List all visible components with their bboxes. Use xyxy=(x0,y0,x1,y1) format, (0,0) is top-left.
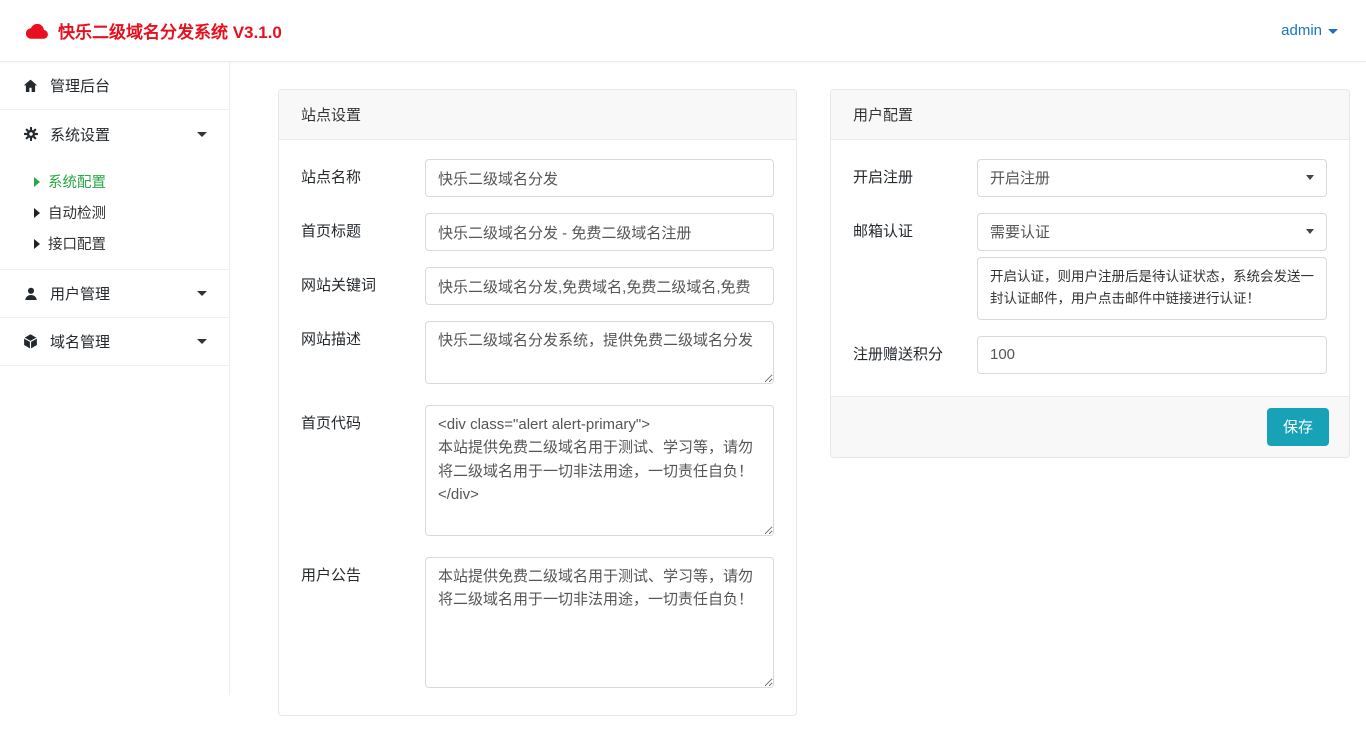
chevron-down-icon xyxy=(197,291,207,296)
form-row: 网站关键词 xyxy=(301,267,774,305)
reg-points-input[interactable] xyxy=(977,336,1327,374)
sidebar: 管理后台 系统设置 xyxy=(0,62,230,695)
save-button[interactable]: 保存 xyxy=(1267,408,1329,446)
site-name-input[interactable] xyxy=(425,159,774,197)
sidebar-item-domain-management[interactable]: 域名管理 xyxy=(0,318,229,366)
user-icon xyxy=(22,286,39,302)
caret-down-icon xyxy=(1328,29,1338,34)
app-brand: 快乐二级域名分发系统 V3.1.0 xyxy=(25,18,282,43)
site-settings-form: 站点名称 首页标题 网站关键词 网站描述 快乐二级域名分发系统，提供免费二级域名… xyxy=(279,140,796,715)
form-row: 站点名称 xyxy=(301,159,774,197)
reg-points-label: 注册赠送积分 xyxy=(853,336,977,374)
home-icon xyxy=(22,78,39,94)
sidebar-item-label: 系统设置 xyxy=(50,124,110,145)
sidebar-item-system-settings[interactable]: 系统设置 xyxy=(0,110,229,158)
register-select-wrap: 开启注册 xyxy=(977,159,1327,197)
app-title: 快乐二级域名分发系统 V3.1.0 xyxy=(58,18,282,43)
chevron-down-icon xyxy=(197,339,207,344)
user-notice-textarea[interactable]: 本站提供免费二级域名用于测试、学习等，请勿将二级域名用于一切非法用途，一切责任自… xyxy=(425,557,774,688)
form-row: 用户公告 本站提供免费二级域名用于测试、学习等，请勿将二级域名用于一切非法用途，… xyxy=(301,557,774,693)
system-settings-submenu: 系统配置 自动检测 接口配置 xyxy=(0,158,229,270)
main-content: 站点设置 站点名称 首页标题 网站关键词 网站描述 快乐二级域名分发系统，提供免… xyxy=(230,62,1366,746)
cloud-icon xyxy=(25,22,49,40)
submenu-item-auto-detect[interactable]: 自动检测 xyxy=(0,197,229,228)
email-auth-select-wrap: 需要认证 xyxy=(977,213,1327,251)
top-navbar: 快乐二级域名分发系统 V3.1.0 admin xyxy=(0,0,1366,62)
card-title: 用户配置 xyxy=(831,90,1349,140)
sidebar-item-user-management[interactable]: 用户管理 xyxy=(0,270,229,318)
user-config-card: 用户配置 开启注册 开启注册 邮箱认证 需要认证 xyxy=(830,89,1350,458)
sidebar-item-label: 管理后台 xyxy=(50,75,110,96)
email-auth-help-text: 开启认证，则用户注册后是待认证状态，系统会发送一封认证邮件，用户点击邮件中链接进… xyxy=(977,257,1327,320)
submenu-item-label: 自动检测 xyxy=(48,202,106,223)
email-auth-select[interactable]: 需要认证 xyxy=(977,213,1327,251)
form-row: 开启注册 开启注册 xyxy=(853,159,1327,197)
email-auth-label: 邮箱认证 xyxy=(853,213,977,320)
form-row: 注册赠送积分 xyxy=(853,336,1327,374)
user-menu[interactable]: admin xyxy=(1281,22,1338,39)
username-label: admin xyxy=(1281,22,1322,39)
sidebar-item-label: 用户管理 xyxy=(50,283,110,304)
cube-icon xyxy=(22,333,39,350)
user-notice-label: 用户公告 xyxy=(301,557,425,693)
form-row: 邮箱认证 需要认证 开启认证，则用户注册后是待认证状态，系统会发送一封认证邮件，… xyxy=(853,213,1327,320)
description-textarea[interactable]: 快乐二级域名分发系统，提供免费二级域名分发 xyxy=(425,321,774,384)
form-row: 网站描述 快乐二级域名分发系统，提供免费二级域名分发 xyxy=(301,321,774,389)
site-name-label: 站点名称 xyxy=(301,159,425,197)
card-footer: 保存 xyxy=(831,396,1349,457)
caret-right-icon xyxy=(34,177,40,187)
home-title-input[interactable] xyxy=(425,213,774,251)
gear-icon xyxy=(22,126,39,142)
form-row: 首页代码 <div class="alert alert-primary"> 本… xyxy=(301,405,774,541)
site-settings-card: 站点设置 站点名称 首页标题 网站关键词 网站描述 快乐二级域名分发系统，提供免… xyxy=(278,89,797,716)
keywords-input[interactable] xyxy=(425,267,774,305)
home-title-label: 首页标题 xyxy=(301,213,425,251)
sidebar-item-label: 域名管理 xyxy=(50,331,110,352)
register-select[interactable]: 开启注册 xyxy=(977,159,1327,197)
keywords-label: 网站关键词 xyxy=(301,267,425,305)
form-row: 首页标题 xyxy=(301,213,774,251)
sidebar-item-dashboard[interactable]: 管理后台 xyxy=(0,62,229,110)
caret-right-icon xyxy=(34,239,40,249)
user-config-form: 开启注册 开启注册 邮箱认证 需要认证 xyxy=(831,140,1349,396)
register-label: 开启注册 xyxy=(853,159,977,197)
caret-right-icon xyxy=(34,208,40,218)
description-label: 网站描述 xyxy=(301,321,425,389)
submenu-item-system-config[interactable]: 系统配置 xyxy=(0,166,229,197)
home-code-label: 首页代码 xyxy=(301,405,425,541)
submenu-item-label: 系统配置 xyxy=(48,171,106,192)
submenu-item-label: 接口配置 xyxy=(48,233,106,254)
chevron-down-icon xyxy=(197,132,207,137)
home-code-textarea[interactable]: <div class="alert alert-primary"> 本站提供免费… xyxy=(425,405,774,536)
card-title: 站点设置 xyxy=(279,90,796,140)
submenu-item-api-config[interactable]: 接口配置 xyxy=(0,228,229,259)
